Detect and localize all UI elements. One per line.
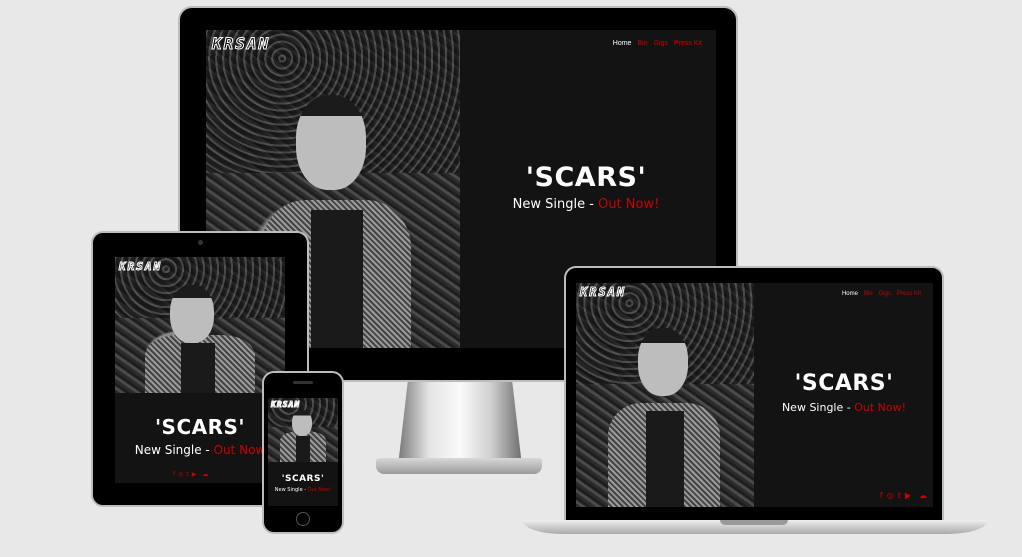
phone-screen: KRSAN 'SCARS' New Single - Out Now! [268, 398, 338, 506]
laptop-notch [720, 520, 788, 525]
headline: 'SCARS' [154, 415, 246, 439]
twitter-icon[interactable]: t [186, 471, 188, 478]
facebook-icon[interactable]: f [880, 491, 883, 500]
nav-press-kit[interactable]: Press Kit [674, 40, 702, 47]
nav-gigs[interactable]: Gigs [654, 40, 668, 47]
tablet-screen: KRSAN 'SCARS' New Single - Out Now f ◎ t… [115, 257, 285, 483]
instagram-icon[interactable]: ◎ [178, 471, 183, 478]
subheading: New Single - Out Now! [268, 487, 338, 493]
social-links: f ◎ t ▶ ☁ [173, 471, 208, 478]
nav-bio[interactable]: Bio [864, 291, 873, 297]
hero-photo [115, 257, 285, 393]
subheading-prefix: New Single - [781, 401, 855, 414]
youtube-icon[interactable]: ▶ [905, 491, 911, 500]
monitor-stand-base [376, 458, 542, 474]
site-logo[interactable]: KRSAN [270, 400, 300, 410]
hero-photo [576, 283, 754, 507]
subheading: New Single - Out Now! [486, 197, 686, 212]
phone-speaker [293, 381, 313, 384]
headline: 'SCARS' [525, 162, 647, 193]
soundcloud-icon[interactable]: ☁ [202, 471, 208, 478]
nav-home[interactable]: Home [842, 291, 858, 297]
soundcloud-icon[interactable]: ☁ [919, 491, 927, 500]
monitor-stand-neck [398, 380, 522, 466]
site-logo[interactable]: KRSAN [211, 34, 270, 54]
phone-home-button[interactable] [296, 512, 310, 526]
out-now-link[interactable]: Out Now! [308, 487, 332, 493]
out-now-link[interactable]: Out Now! [598, 197, 659, 212]
nav-home[interactable]: Home [613, 40, 632, 47]
main-nav: Home Bio Gigs Press Kit [842, 291, 921, 297]
subheading-prefix: New Single - [512, 197, 599, 212]
out-now-link[interactable]: Out Now! [854, 401, 906, 414]
twitter-icon[interactable]: t [898, 491, 901, 500]
instagram-icon[interactable]: ◎ [887, 491, 894, 500]
nav-gigs[interactable]: Gigs [879, 291, 891, 297]
subheading-prefix: New Single - [274, 487, 308, 493]
headline: 'SCARS' [281, 474, 325, 484]
subheading: New Single - Out Now [115, 443, 285, 457]
site-logo[interactable]: KRSAN [118, 260, 162, 274]
site-logo[interactable]: KRSAN [579, 285, 626, 300]
nav-press-kit[interactable]: Press Kit [897, 291, 921, 297]
youtube-icon[interactable]: ▶ [192, 471, 197, 478]
headline: 'SCARS' [794, 371, 894, 396]
main-nav: Home Bio Gigs Press Kit [613, 40, 702, 47]
social-links: f ◎ t ▶ ☁ [880, 491, 927, 500]
tablet-camera [198, 240, 203, 245]
nav-bio[interactable]: Bio [637, 40, 647, 47]
facebook-icon[interactable]: f [173, 471, 175, 478]
laptop-screen: KRSAN Home Bio Gigs Press Kit 'SCARS' Ne… [576, 283, 933, 507]
subheading: New Single - Out Now! [762, 401, 926, 414]
subheading-prefix: New Single - [134, 443, 214, 457]
out-now-link[interactable]: Out Now [214, 443, 266, 457]
